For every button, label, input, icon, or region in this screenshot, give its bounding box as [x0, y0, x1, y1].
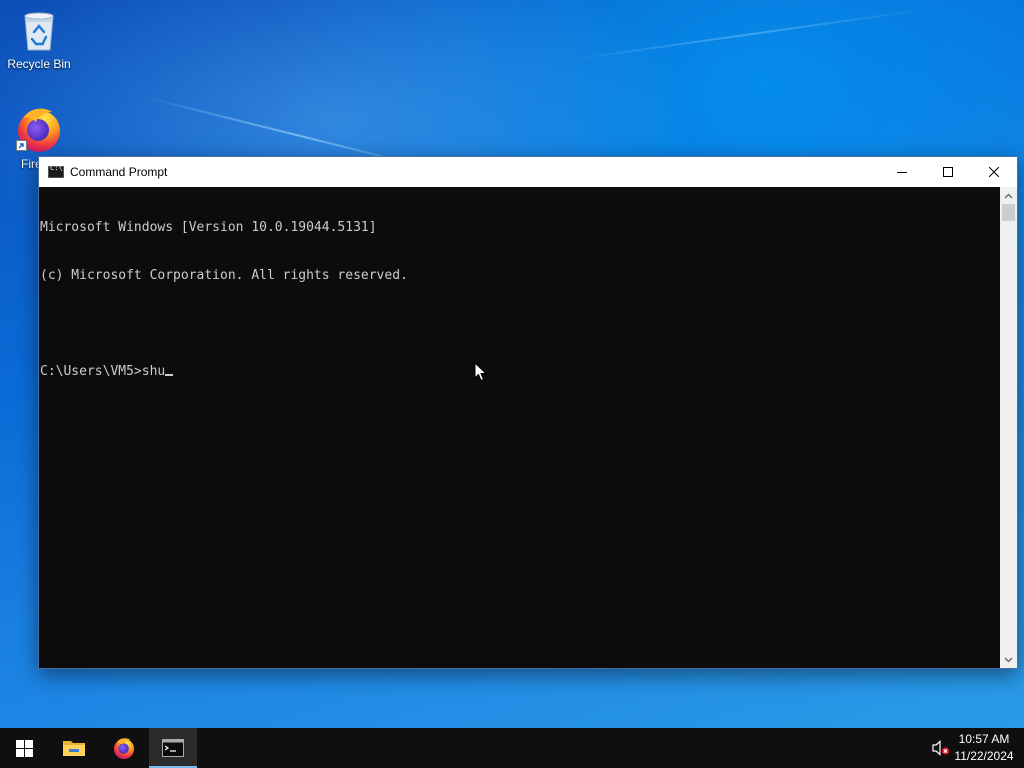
console-prompt-text: C:\Users\VM5>shu — [40, 364, 166, 379]
desktop-icon-label: Recycle Bin — [7, 57, 71, 71]
shortcut-arrow-icon — [16, 140, 27, 151]
minimize-icon — [897, 172, 907, 173]
scroll-up-button[interactable] — [1000, 187, 1017, 204]
window-title: Command Prompt — [70, 165, 168, 179]
scroll-down-button[interactable] — [1000, 651, 1017, 668]
taskbar-file-explorer[interactable] — [50, 728, 98, 768]
desktop: Recycle Bin Fire C:\ Command Prompt Micr… — [0, 0, 1024, 728]
console-line: (c) Microsoft Corporation. All rights re… — [40, 268, 408, 283]
mouse-pointer-icon — [474, 362, 488, 382]
firefox-icon — [113, 738, 135, 760]
maximize-icon — [943, 167, 953, 177]
chevron-up-icon — [1004, 193, 1013, 198]
text-cursor — [165, 374, 174, 376]
taskbar-command-prompt[interactable] — [149, 728, 197, 768]
taskbar: 10:57 AM 11/22/2024 — [0, 728, 1024, 768]
clock-time: 10:57 AM — [958, 732, 1010, 746]
volume-button[interactable] — [932, 740, 950, 761]
desktop-icon-recycle-bin[interactable]: Recycle Bin — [1, 6, 77, 71]
cmd-icon — [162, 739, 184, 757]
clock-date: 11/22/2024 — [954, 749, 1014, 763]
windows-logo-icon — [15, 739, 33, 757]
command-prompt-window[interactable]: Command Prompt Microsoft Windows [Versio… — [38, 156, 1018, 669]
folder-icon — [63, 741, 85, 756]
console-output[interactable]: Microsoft Windows [Version 10.0.19044.51… — [39, 187, 1000, 668]
clock[interactable]: 10:57 AM 11/22/2024 — [952, 731, 1016, 765]
title-bar[interactable]: Command Prompt — [39, 157, 1017, 187]
vertical-scrollbar[interactable] — [1000, 187, 1017, 668]
start-button[interactable] — [0, 728, 48, 768]
volume-muted-icon — [932, 740, 950, 756]
console-line: Microsoft Windows [Version 10.0.19044.51… — [40, 220, 377, 235]
close-button[interactable] — [971, 157, 1017, 187]
wallpaper-light-streak — [559, 7, 937, 62]
console-prompt-line[interactable]: C:\Users\VM5>shu — [40, 364, 1000, 380]
chevron-down-icon — [1004, 657, 1013, 662]
minimize-button[interactable] — [879, 157, 925, 187]
close-icon — [989, 167, 999, 177]
maximize-button[interactable] — [925, 157, 971, 187]
recycle-bin-icon — [24, 12, 54, 51]
taskbar-firefox[interactable] — [100, 728, 148, 768]
scrollbar-thumb[interactable] — [1002, 204, 1015, 221]
cmd-icon — [48, 164, 64, 178]
